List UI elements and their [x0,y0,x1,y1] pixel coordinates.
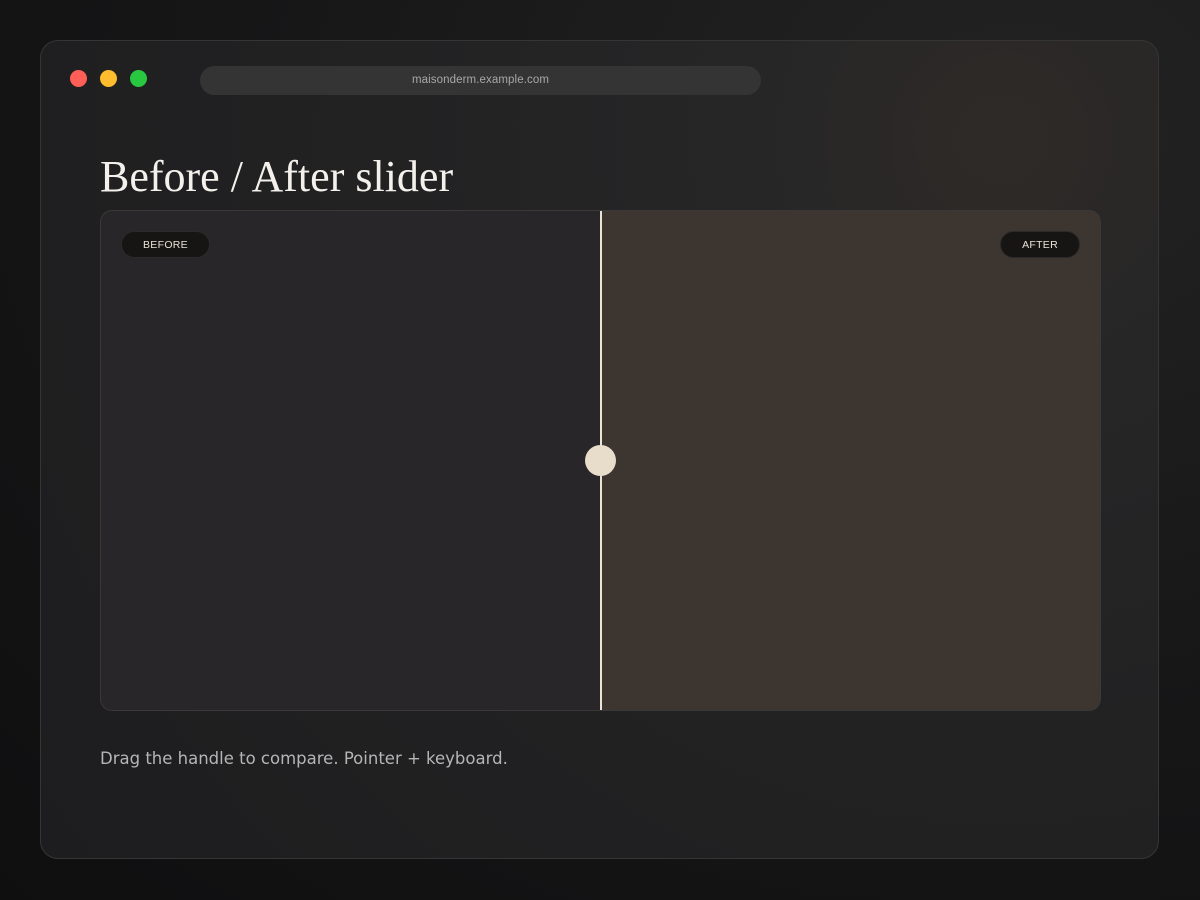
minimize-window-button[interactable] [100,70,117,87]
instructions-caption: Drag the handle to compare. Pointer + ke… [100,749,508,768]
before-image [101,211,601,710]
before-label: BEFORE [121,231,210,258]
page-title: Before / After slider [100,152,454,201]
address-bar[interactable]: maisonderm.example.com [200,66,761,95]
close-window-button[interactable] [70,70,87,87]
slider-handle[interactable] [585,445,616,476]
before-after-slider[interactable]: BEFORE AFTER [100,210,1101,711]
after-label: AFTER [1000,231,1080,258]
maximize-window-button[interactable] [130,70,147,87]
desktop-background: maisonderm.example.com Before / After sl… [0,0,1200,900]
browser-window: maisonderm.example.com Before / After sl… [40,40,1159,859]
